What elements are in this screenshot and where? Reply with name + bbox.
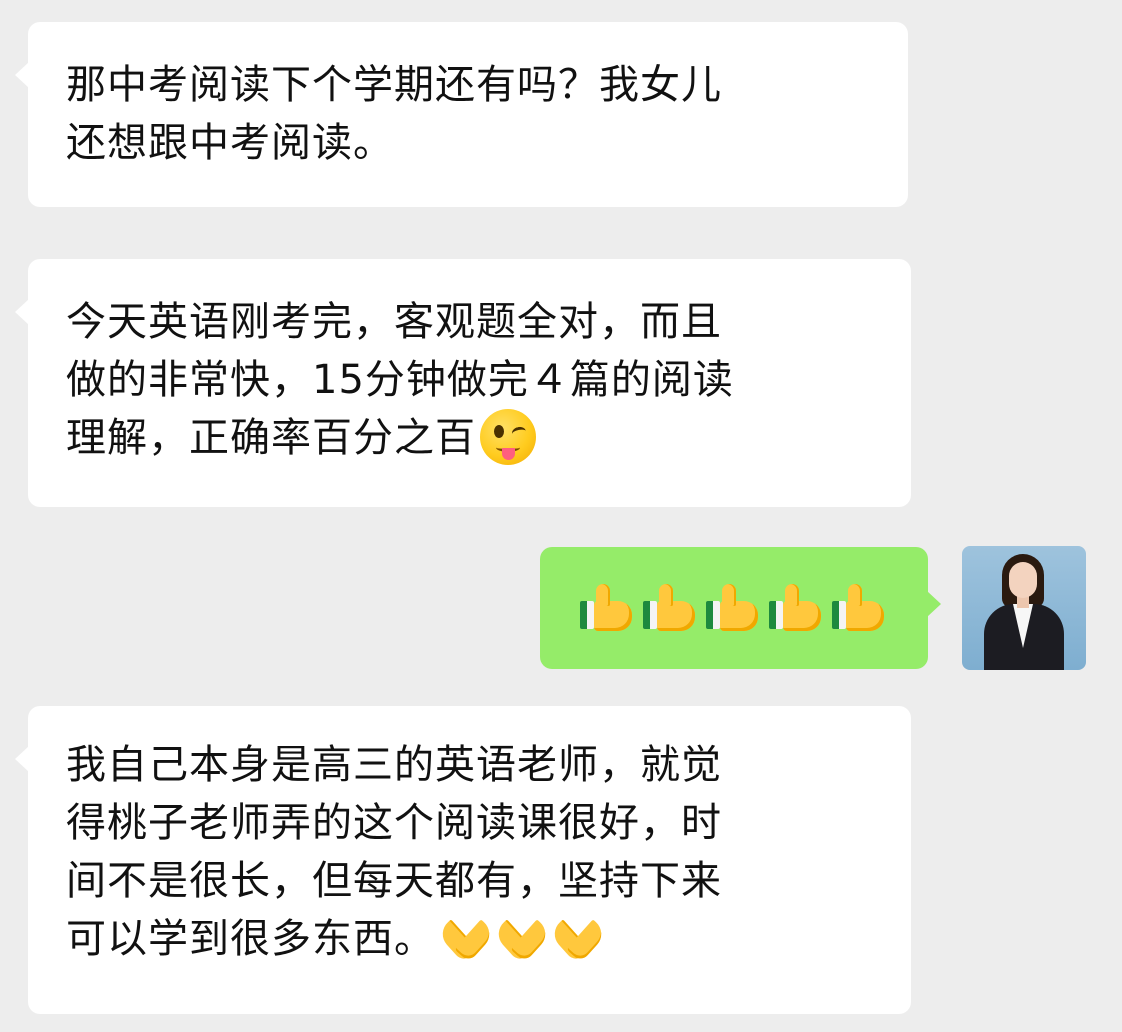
message-text-line: 还想跟中考阅读。 (66, 120, 394, 166)
message-text-line: 理解，正确率百分之百 (66, 409, 911, 468)
bubble-tail (15, 62, 29, 88)
winking-face-with-tongue-icon (480, 409, 536, 465)
bubble-tail (15, 746, 29, 772)
thumbs-up-icon (641, 583, 699, 633)
message-bubble-incoming[interactable]: 那中考阅读下个学期还有吗？我女儿 还想跟中考阅读。 (15, 22, 908, 207)
thumbs-up-row (578, 583, 893, 633)
message-text-line: 间不是很长，但每天都有，坚持下来 (66, 858, 722, 904)
thumbs-up-icon (830, 583, 888, 633)
thumbs-up-icon (578, 583, 636, 633)
bubble-tail (15, 299, 29, 325)
folded-hands-icon (548, 919, 608, 963)
folded-hands-row (435, 916, 608, 963)
message-text-line: 今天英语刚考完，客观题全对，而且 (66, 299, 722, 345)
bubble-tail (927, 591, 941, 617)
message-text-line: 做的非常快，15分钟做完４篇的阅读 (66, 357, 734, 403)
avatar[interactable] (962, 546, 1086, 670)
message-bubble-incoming[interactable]: 今天英语刚考完，客观题全对，而且 做的非常快，15分钟做完４篇的阅读 理解，正确… (15, 259, 911, 507)
message-text-line: 得桃子老师弄的这个阅读课很好，时 (66, 800, 722, 846)
folded-hands-icon (436, 919, 496, 963)
message-bubble-incoming[interactable]: 我自己本身是高三的英语老师，就觉 得桃子老师弄的这个阅读课很好，时 间不是很长，… (15, 706, 911, 1014)
thumbs-up-icon (704, 583, 762, 633)
message-text-line: 我自己本身是高三的英语老师，就觉 (66, 742, 722, 788)
message-bubble-outgoing[interactable] (540, 547, 941, 669)
thumbs-up-icon (767, 583, 825, 633)
message-text-line: 可以学到很多东西。 (66, 910, 911, 968)
folded-hands-icon (492, 919, 552, 963)
message-text-line: 那中考阅读下个学期还有吗？我女儿 (66, 62, 722, 108)
